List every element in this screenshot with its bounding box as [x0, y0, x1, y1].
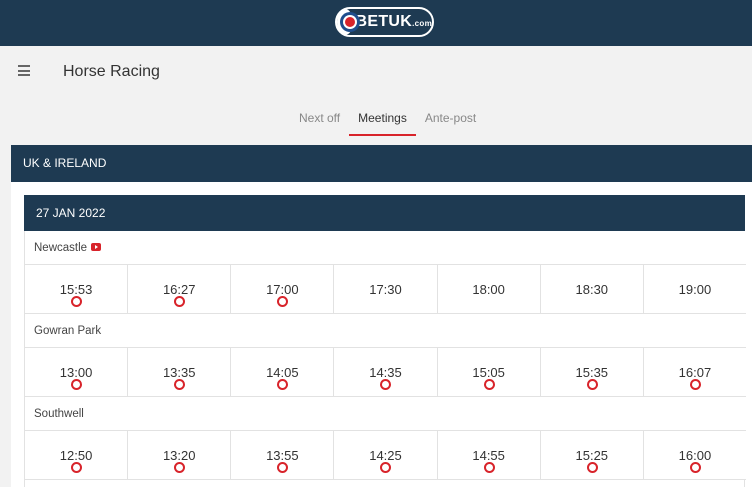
race-time: 13:55: [266, 448, 299, 463]
race-time: 16:27: [162, 282, 196, 297]
roundel-icon: [337, 9, 360, 35]
race-time-cell[interactable]: 17:00: [231, 265, 335, 313]
race-time-cell[interactable]: 15:53: [25, 265, 129, 313]
live-stream-icon: [91, 243, 102, 251]
region-header: UK & IRELAND: [11, 145, 752, 182]
race-time-cell[interactable]: 13:00: [25, 348, 129, 396]
race-time: 14:55: [472, 448, 505, 463]
race-status-icon: [71, 462, 83, 473]
race-time-cell[interactable]: 13:35: [128, 348, 232, 396]
race-row: 12:50 13:20 13:55 14:25 14:55 15:25 16:00: [25, 431, 746, 480]
race-status-icon: [483, 379, 495, 390]
race-time: 12:50: [59, 448, 93, 463]
date-header: 27 JAN 2022: [24, 195, 745, 231]
race-time: 18:30: [575, 282, 609, 297]
meetings-card: Newcastle 15:53 16:27 17:00 17:30 18:00 18:30 1…: [24, 231, 746, 487]
race-time-cell[interactable]: 17:30: [334, 265, 438, 313]
race-time-cell[interactable]: 15:35: [541, 348, 644, 396]
race-time: 16:07: [678, 365, 712, 380]
race-status-icon: [380, 462, 392, 473]
race-time: 17:00: [266, 282, 299, 297]
race-status-icon: [174, 462, 186, 473]
top-bar: BETUK.com: [0, 0, 752, 46]
race-status-icon: [380, 379, 392, 390]
race-time: 13:35: [162, 365, 196, 380]
meeting-name-row[interactable]: Southwell: [25, 397, 746, 431]
race-time-cell[interactable]: 14:35: [334, 348, 438, 396]
race-time-cell[interactable]: 16:00: [644, 431, 746, 479]
race-row: 13:00 13:35 14:05 14:35 15:05 15:35 16:07: [25, 348, 746, 397]
meeting-name-row[interactable]: Gowran Park: [25, 314, 746, 348]
race-time-cell[interactable]: 13:20: [128, 431, 232, 479]
race-time-cell[interactable]: 19:00: [644, 265, 746, 313]
race-time: 14:05: [266, 365, 299, 380]
race-time: 15:25: [575, 448, 609, 463]
race-status-icon: [277, 379, 289, 390]
race-time-cell[interactable]: 13:55: [231, 431, 335, 479]
race-status-icon: [689, 379, 701, 390]
race-status-icon: [586, 379, 598, 390]
race-status-icon: [174, 296, 186, 307]
meeting-name-row[interactable]: Newcastle: [25, 231, 746, 265]
race-status-icon: [483, 462, 495, 473]
race-time-cell[interactable]: 15:05: [438, 348, 541, 396]
race-time-cell[interactable]: 14:05: [231, 348, 335, 396]
race-status-icon: [71, 296, 83, 307]
page-title: Horse Racing: [63, 63, 160, 80]
race-row: 15:53 16:27 17:00 17:30 18:00 18:30 19:00: [25, 265, 746, 314]
race-time-cell[interactable]: 12:50: [25, 431, 129, 479]
race-time: 18:00: [472, 282, 505, 297]
race-time-cell[interactable]: 15:25: [541, 431, 644, 479]
race-time-cell[interactable]: 14:55: [438, 431, 541, 479]
race-status-icon: [277, 296, 289, 307]
hamburger-menu-icon[interactable]: [18, 65, 30, 76]
race-time-cell[interactable]: 14:25: [334, 431, 438, 479]
tab-next-off[interactable]: Next off: [290, 108, 349, 136]
race-time: 17:30: [369, 282, 402, 297]
race-time: 19:00: [678, 282, 712, 297]
race-status-icon: [71, 379, 83, 390]
betuk-logo[interactable]: BETUK.com: [335, 7, 434, 37]
meeting-name: Southwell: [34, 408, 84, 420]
race-time: 13:00: [59, 365, 93, 380]
tab-ante-post[interactable]: Ante-post: [416, 108, 485, 136]
race-time: 16:00: [678, 448, 712, 463]
race-time-cell[interactable]: 18:00: [438, 265, 541, 313]
brand-name: BETUK.com: [355, 13, 432, 30]
meeting-name: Newcastle: [34, 242, 88, 254]
race-status-icon: [586, 462, 598, 473]
race-time: 15:53: [59, 282, 93, 297]
race-time-cell[interactable]: 16:27: [128, 265, 232, 313]
race-status-icon: [689, 462, 701, 473]
race-time: 13:20: [162, 448, 196, 463]
race-time: 15:35: [575, 365, 609, 380]
race-status-icon: [174, 379, 186, 390]
race-time: 15:05: [472, 365, 505, 380]
race-time: 14:35: [369, 365, 402, 380]
racing-tabs: Next off Meetings Ante-post: [290, 108, 485, 136]
race-status-icon: [277, 462, 289, 473]
race-time-cell[interactable]: 18:30: [541, 265, 644, 313]
race-time-cell[interactable]: 16:07: [644, 348, 746, 396]
race-time: 14:25: [369, 448, 402, 463]
meeting-name: Gowran Park: [34, 325, 102, 337]
tab-meetings[interactable]: Meetings: [349, 108, 416, 136]
